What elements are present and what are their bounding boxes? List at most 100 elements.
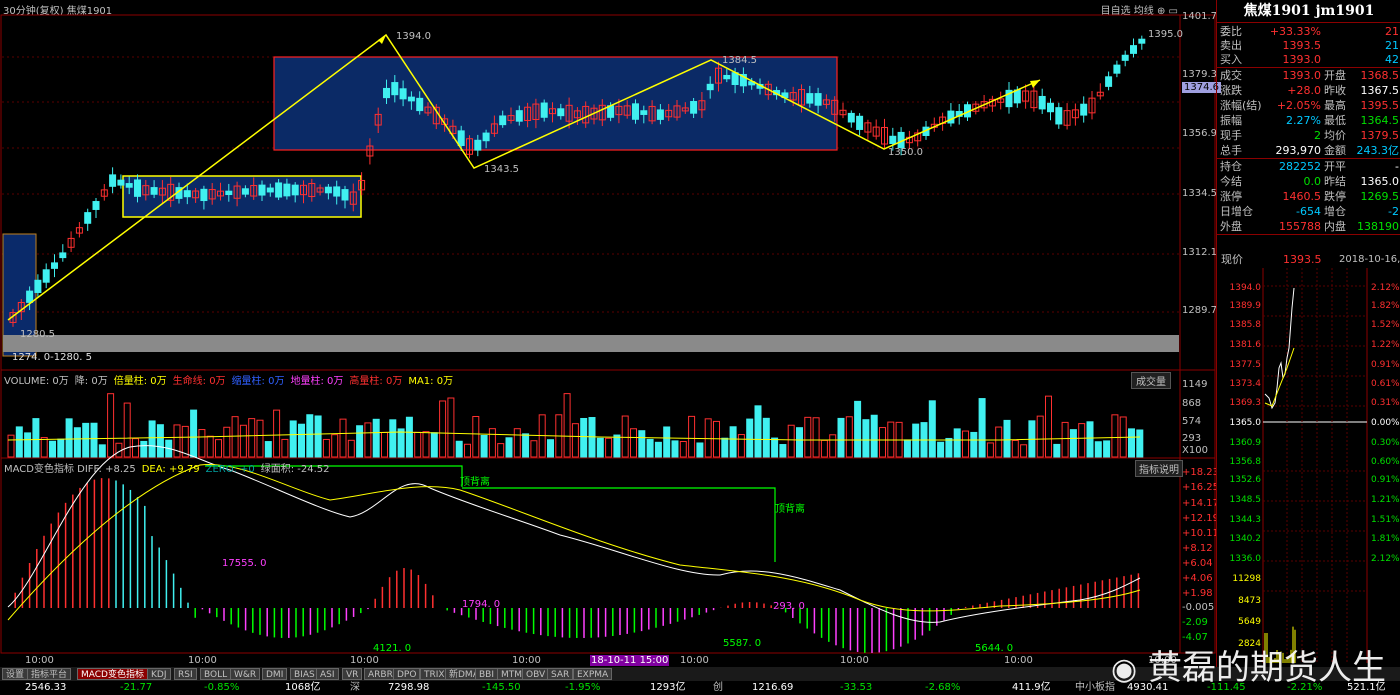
quote-label2: 开平 xyxy=(1324,160,1346,173)
minichart-price-tick: 1365.0 xyxy=(1230,418,1262,428)
macd-area-label-6: 5644. 0 xyxy=(975,643,1014,654)
weibo-icon: ◉ xyxy=(1111,652,1138,687)
macd-axis-tick: -2.09 xyxy=(1182,617,1208,628)
tab-indicator[interactable]: BIAS xyxy=(290,668,319,680)
macd-bars xyxy=(14,478,1140,653)
volume-bar xyxy=(879,427,886,458)
tab-indicator[interactable]: SAR xyxy=(547,668,574,680)
candle-body xyxy=(283,183,291,197)
volume-bar xyxy=(356,425,364,458)
mini-header: 现价 1393.5 2018-10-16,二 xyxy=(1217,252,1400,280)
quote-label2: 昨结 xyxy=(1324,175,1346,188)
macd-panel-border xyxy=(0,457,1216,654)
tab-indicator[interactable]: VR xyxy=(342,668,363,680)
candle-body xyxy=(1080,103,1088,116)
volume-bar xyxy=(464,443,471,458)
volume-bar xyxy=(754,405,762,458)
intraday-minichart[interactable]: 1394.0 1389.9 1385.8 1381.6 1377.5 1373.4 1369… xyxy=(1217,268,1400,668)
volume-bar xyxy=(422,431,430,458)
annotation-range: 1274. 0-1280. 5 xyxy=(12,352,92,363)
volume-bar xyxy=(405,416,413,458)
tab-indicator[interactable]: BBI xyxy=(475,668,499,680)
volume-bar xyxy=(347,439,355,458)
quote-value2: 1395.5 xyxy=(1360,99,1400,112)
macd-help-button[interactable]: 指标说明 xyxy=(1135,460,1183,477)
tab-indicator[interactable]: RSI xyxy=(174,668,197,680)
volume-bar xyxy=(522,433,530,458)
volume-bar xyxy=(696,442,704,458)
volume-bar xyxy=(571,423,579,458)
volume-bar xyxy=(820,439,828,458)
volume-bar xyxy=(986,442,994,458)
quote-label: 卖出 xyxy=(1220,39,1242,52)
volume-bar xyxy=(156,424,164,458)
volume-bar xyxy=(671,440,679,458)
status-item: 深 xyxy=(350,682,360,693)
quote-label: 振幅 xyxy=(1220,114,1242,127)
volume-axis-tick: 868 xyxy=(1182,398,1202,409)
annotation-high-3: 1395.0 xyxy=(1148,29,1183,40)
status-item: 1293亿 xyxy=(650,682,686,693)
volume-bar xyxy=(73,427,81,458)
quote-value2: 243.3亿 xyxy=(1356,144,1400,157)
volume-bar xyxy=(497,443,505,458)
volume-bar xyxy=(1061,421,1069,458)
candle-body xyxy=(457,130,465,147)
tab-indicator[interactable]: ASI xyxy=(316,668,339,680)
tab-indicator[interactable]: KDJ xyxy=(147,668,171,680)
volume-bar xyxy=(654,441,662,458)
volume-bar xyxy=(430,432,438,458)
volume-bar xyxy=(953,428,961,458)
tab-indicator[interactable]: DPO xyxy=(393,668,421,680)
volume-bar xyxy=(1103,440,1111,458)
minichart-price-tick: 1369.3 xyxy=(1230,398,1262,408)
volume-legend-item: VOLUME: 0万 xyxy=(4,376,69,387)
tab-macd-active[interactable]: MACD变色指标 xyxy=(77,668,148,680)
macd-legend-item: MACD变色指标 DIFF: +8.25 xyxy=(4,464,136,475)
quote-value2: 1368.5 xyxy=(1360,69,1400,82)
quote-value2: -2 xyxy=(1388,205,1399,218)
tab-indicator[interactable]: ARBR xyxy=(364,668,397,680)
mini-header-value: 1393.5 xyxy=(1283,253,1322,266)
quote-row: 涨幅(结) +2.05% 最高 1395.5 xyxy=(1217,98,1400,113)
status-item: 2546.33 xyxy=(25,682,67,693)
volume-bar xyxy=(563,393,571,458)
volume-bar xyxy=(771,437,779,458)
tab-indicator[interactable]: 指标平台 xyxy=(27,668,72,680)
minichart-price-tick: 1356.8 xyxy=(1230,457,1262,467)
volume-bar xyxy=(40,437,48,458)
tab-indicator[interactable]: W&R xyxy=(230,668,261,680)
volume-bar xyxy=(729,426,737,458)
quote-label: 日增仓 xyxy=(1220,205,1253,218)
tab-indicator[interactable]: EXPMA xyxy=(573,668,613,680)
volume-legend-item: MA1: 0万 xyxy=(408,376,454,387)
annotation-low-0: 1280.5 xyxy=(20,329,55,340)
quote-value: 155788 xyxy=(1279,220,1321,233)
volume-bar xyxy=(829,434,837,458)
volume-legend-item: 缩量柱: 0万 xyxy=(231,376,285,387)
tab-indicator[interactable]: DMI xyxy=(262,668,288,680)
volume-bar xyxy=(381,431,388,458)
kline-chart[interactable] xyxy=(0,0,1216,667)
mini-header-label: 现价 xyxy=(1221,253,1243,266)
tab-indicator[interactable]: BOLL xyxy=(200,668,232,680)
quote-value: 1393.5 xyxy=(1282,39,1322,52)
quote-value2: 1379.5 xyxy=(1360,129,1400,142)
minichart-pct-tick: 0.61% xyxy=(1371,379,1400,389)
price-axis-tick: 1289.7 xyxy=(1182,305,1217,316)
divergence-label-2: 顶背离 xyxy=(775,504,805,515)
volume-bar xyxy=(646,438,654,458)
minichart-pct-tick: 1.82% xyxy=(1371,301,1400,311)
candle-body xyxy=(889,135,897,145)
candle-body xyxy=(258,184,266,196)
volume-bar xyxy=(995,426,1003,458)
volume-button[interactable]: 成交量 xyxy=(1131,372,1171,389)
tab-indicator[interactable]: OBV xyxy=(522,668,550,680)
candle-body xyxy=(183,190,191,198)
consolidation-box-upper xyxy=(273,56,838,151)
tab-indicator[interactable]: 设置 xyxy=(2,668,29,680)
quote-label: 外盘 xyxy=(1220,220,1242,233)
divergence-line-2 xyxy=(462,487,776,562)
volume-bar xyxy=(107,393,115,458)
macd-area-label-1: 17555. 0 xyxy=(222,558,267,569)
